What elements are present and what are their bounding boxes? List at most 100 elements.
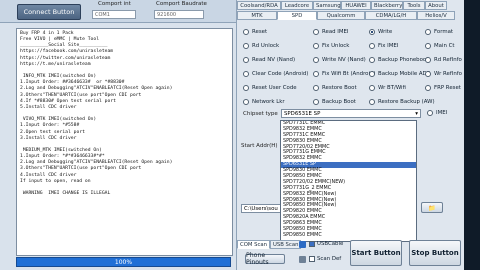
tab-helios-v[interactable]: Helios/V	[417, 11, 455, 20]
option-read-imei[interactable]: Read IMEI	[313, 29, 349, 35]
connect-button[interactable]: Connect Button	[17, 4, 81, 20]
option-label: Restore Boot	[322, 85, 357, 91]
tab-samsung[interactable]: Samsung	[313, 1, 341, 10]
option-radio[interactable]	[425, 85, 431, 91]
option-radio[interactable]	[243, 29, 249, 35]
option-radio[interactable]	[369, 43, 375, 49]
option-label: Write	[378, 29, 393, 35]
option-fix-wifi-bt-android-[interactable]: Fix Wifi Bt (Android)	[313, 71, 376, 77]
tab-leadcore[interactable]: Leadcore	[281, 1, 313, 10]
option-wr-bt-wifi[interactable]: Wr BT/Wifi	[369, 85, 406, 91]
tab-cdma-lg-h[interactable]: CDMA/LG/H	[365, 11, 417, 20]
option-write-nv-nand-[interactable]: Write NV (Nand)	[313, 57, 366, 63]
option-radio[interactable]	[313, 57, 319, 63]
option-radio[interactable]	[425, 43, 431, 49]
option-backup-mobile-adb[interactable]: Backup Mobile ADB	[369, 71, 430, 77]
option-label: Network Lkr	[252, 99, 285, 105]
usb-cable-label: USBCable	[317, 241, 344, 247]
option-label: Format	[434, 29, 453, 35]
option-label: Reset User Code	[252, 85, 297, 91]
start-button[interactable]: Start Button	[350, 240, 402, 266]
option-radio[interactable]	[243, 43, 249, 49]
browse-button[interactable]: 📁	[421, 202, 443, 213]
phone-pinouts-button[interactable]: Phone Pinouts	[245, 252, 285, 266]
option-radio[interactable]	[369, 99, 375, 105]
option-radio[interactable]	[425, 57, 431, 63]
imei-check[interactable]: IMEI	[427, 110, 447, 116]
desktop-edge	[464, 0, 480, 270]
option-format[interactable]: Format	[425, 29, 453, 35]
option-radio[interactable]	[313, 85, 319, 91]
dropdown-option[interactable]: SPD9850 EMMC	[281, 232, 416, 239]
tab-com-scan[interactable]: COM Scan	[237, 240, 270, 249]
option-rd-unlock[interactable]: Rd Unlock	[243, 43, 279, 49]
log-console[interactable]: Buy FRP 4 in 1 Pack Free VIVO | eMMC | M…	[16, 28, 233, 256]
option-clear-code-android-[interactable]: Clear Code (Android)	[243, 71, 308, 77]
option-backup-phonebook[interactable]: Backup Phonebook	[369, 57, 429, 63]
tab-huawei[interactable]: HUAWEI	[341, 1, 371, 10]
chipset-dropdown-list[interactable]: SPD7731C EMMC SPD9832 EMMC SPD7731C EMMC SP…	[280, 120, 417, 242]
option-fix-unlock[interactable]: Fix Unlock	[313, 43, 349, 49]
option-radio[interactable]	[425, 29, 431, 35]
vendor-tabs-row2: MTK SPD Qualcomm CDMA/LG/H Helios/V	[237, 11, 455, 20]
option-radio[interactable]	[313, 71, 319, 77]
function-panel: Coolsand/RDA Leadcore Samsung HUAWEI Blackbe…	[236, 0, 465, 270]
option-label: Fix IMEI	[378, 43, 399, 49]
option-radio[interactable]	[425, 71, 431, 77]
scan-def-checkbox[interactable]	[309, 256, 315, 262]
chipset-value: SPD6531E SP	[284, 111, 321, 117]
option-read-nv-nand-[interactable]: Read NV (Nand)	[243, 57, 295, 63]
tab-mtk[interactable]: MTK	[237, 11, 277, 20]
option-wr-refinfo[interactable]: Wr RefInfo	[425, 71, 462, 77]
option-radio[interactable]	[369, 85, 375, 91]
option-reset[interactable]: Reset	[243, 29, 267, 35]
baudrate-select[interactable]: 921600	[154, 10, 204, 19]
option-main-ct[interactable]: Main Ct	[425, 43, 454, 49]
option-radio[interactable]	[243, 85, 249, 91]
tab-usb-scan[interactable]: USB Scan	[270, 240, 302, 249]
progress-label: 100%	[114, 258, 133, 266]
option-backup-boot[interactable]: Backup Boot	[313, 99, 356, 105]
folder-icon: 📁	[428, 204, 436, 212]
option-radio[interactable]	[313, 99, 319, 105]
scan-icon	[299, 256, 306, 263]
option-fix-imei[interactable]: Fix IMEI	[369, 43, 398, 49]
chevron-down-icon[interactable]: ▾	[415, 110, 418, 118]
option-restore-boot[interactable]: Restore Boot	[313, 85, 357, 91]
option-label: Reset	[252, 29, 268, 35]
tab-spd[interactable]: SPD	[277, 11, 317, 20]
usb-icon	[299, 241, 306, 248]
tab-qualcomm[interactable]: Qualcomm	[317, 11, 365, 20]
option-write[interactable]: Write	[369, 29, 392, 35]
option-radio[interactable]	[313, 43, 319, 49]
option-radio[interactable]	[243, 71, 249, 77]
tab-about[interactable]: About	[425, 1, 447, 10]
usb-cable-checkbox[interactable]	[309, 241, 315, 247]
imei-radio[interactable]	[427, 110, 433, 116]
option-radio[interactable]	[369, 29, 375, 35]
scan-def-check[interactable]: Scan Def	[309, 256, 341, 262]
stop-button[interactable]: Stop Button	[409, 240, 461, 266]
option-label: Fix Unlock	[322, 43, 350, 49]
option-label: Main Ct	[434, 43, 455, 49]
option-radio[interactable]	[243, 99, 249, 105]
scan-tabs: COM Scan USB Scan	[237, 240, 302, 249]
file-path-value: C:\Users\sou	[244, 206, 278, 212]
option-radio[interactable]	[243, 57, 249, 63]
option-reset-user-code[interactable]: Reset User Code	[243, 85, 297, 91]
tab-blackberry[interactable]: Blackberry	[371, 1, 403, 10]
option-rd-refinfo[interactable]: Rd RefInfo	[425, 57, 462, 63]
tab-coolsand-rda[interactable]: Coolsand/RDA	[237, 1, 281, 10]
usb-cable-check[interactable]: USBCable	[309, 241, 343, 247]
option-restore-backup-aw-[interactable]: Restore Backup (AW)	[369, 99, 435, 105]
chipset-select[interactable]: SPD6531E SP ▾	[281, 109, 421, 118]
option-network-lkr[interactable]: Network Lkr	[243, 99, 285, 105]
progress-bar: 100%	[16, 257, 231, 267]
tab-tools[interactable]: Tools	[403, 1, 425, 10]
option-radio[interactable]	[313, 29, 319, 35]
option-frp-reset[interactable]: FRP Reset	[425, 85, 461, 91]
option-label: Read IMEI	[322, 29, 349, 35]
option-radio[interactable]	[369, 57, 375, 63]
comport-field[interactable]: COM1	[92, 10, 136, 19]
option-radio[interactable]	[369, 71, 375, 77]
